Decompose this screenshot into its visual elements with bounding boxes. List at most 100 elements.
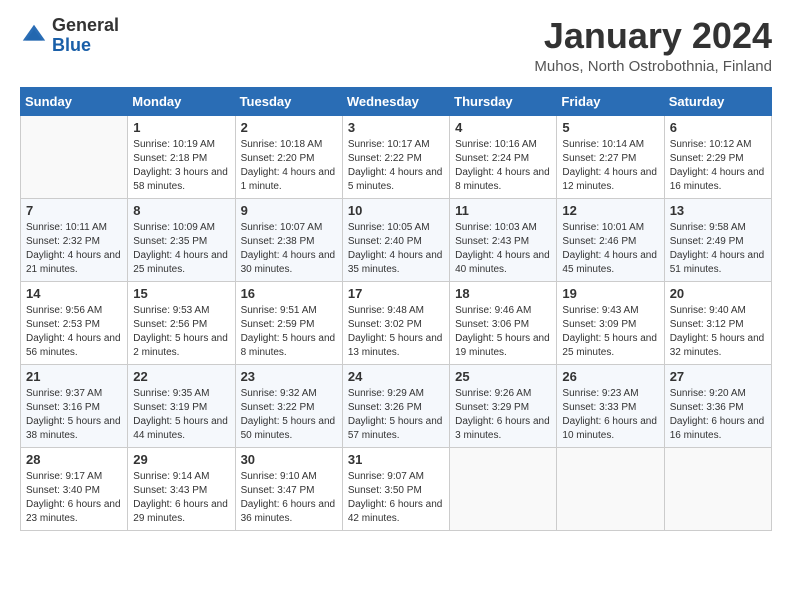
logo: General Blue <box>20 16 119 56</box>
calendar-cell: 29 Sunrise: 9:14 AM Sunset: 3:43 PM Dayli… <box>128 447 235 530</box>
calendar-cell: 7 Sunrise: 10:11 AM Sunset: 2:32 PM Dayli… <box>21 198 128 281</box>
calendar-cell <box>664 447 771 530</box>
day-info: Sunrise: 9:35 AM Sunset: 3:19 PM Dayligh… <box>133 387 229 443</box>
calendar-table: Sunday Monday Tuesday Wednesday Thursday… <box>20 87 772 531</box>
day-number: 12 <box>562 203 658 218</box>
day-number: 28 <box>26 452 122 467</box>
calendar-week-row: 21 Sunrise: 9:37 AM Sunset: 3:16 PM Dayli… <box>21 364 772 447</box>
calendar-cell: 21 Sunrise: 9:37 AM Sunset: 3:16 PM Dayli… <box>21 364 128 447</box>
day-info: Sunrise: 10:05 AM Sunset: 2:40 PM Daylig… <box>348 221 444 277</box>
day-number: 14 <box>26 286 122 301</box>
day-number: 26 <box>562 369 658 384</box>
location-subtitle: Muhos, North Ostrobothnia, Finland <box>534 58 772 75</box>
day-info: Sunrise: 9:40 AM Sunset: 3:12 PM Dayligh… <box>670 304 766 360</box>
title-block: January 2024 Muhos, North Ostrobothnia, … <box>534 16 772 75</box>
day-info: Sunrise: 9:46 AM Sunset: 3:06 PM Dayligh… <box>455 304 551 360</box>
day-number: 22 <box>133 369 229 384</box>
day-info: Sunrise: 10:19 AM Sunset: 2:18 PM Daylig… <box>133 138 229 194</box>
day-number: 2 <box>241 120 337 135</box>
day-info: Sunrise: 10:16 AM Sunset: 2:24 PM Daylig… <box>455 138 551 194</box>
day-info: Sunrise: 9:23 AM Sunset: 3:33 PM Dayligh… <box>562 387 658 443</box>
calendar-cell: 27Sunrise: 9:20 AM Sunset: 3:36 PM Dayli… <box>664 364 771 447</box>
calendar-cell: 9 Sunrise: 10:07 AM Sunset: 2:38 PM Dayli… <box>235 198 342 281</box>
col-saturday: Saturday <box>664 87 771 115</box>
calendar-cell: 16Sunrise: 9:51 AM Sunset: 2:59 PM Dayli… <box>235 281 342 364</box>
day-info: Sunrise: 9:48 AM Sunset: 3:02 PM Dayligh… <box>348 304 444 360</box>
day-number: 7 <box>26 203 122 218</box>
day-number: 1 <box>133 120 229 135</box>
calendar-cell: 20 Sunrise: 9:40 AM Sunset: 3:12 PM Dayli… <box>664 281 771 364</box>
calendar-cell: 25Sunrise: 9:26 AM Sunset: 3:29 PM Dayli… <box>450 364 557 447</box>
calendar-cell: 11Sunrise: 10:03 AM Sunset: 2:43 PM Dayl… <box>450 198 557 281</box>
day-number: 8 <box>133 203 229 218</box>
calendar-cell: 1 Sunrise: 10:19 AM Sunset: 2:18 PM Dayli… <box>128 115 235 198</box>
calendar-cell: 8 Sunrise: 10:09 AM Sunset: 2:35 PM Dayli… <box>128 198 235 281</box>
col-tuesday: Tuesday <box>235 87 342 115</box>
day-info: Sunrise: 9:58 AM Sunset: 2:49 PM Dayligh… <box>670 221 766 277</box>
day-info: Sunrise: 9:10 AM Sunset: 3:47 PM Dayligh… <box>241 470 337 526</box>
day-info: Sunrise: 10:09 AM Sunset: 2:35 PM Daylig… <box>133 221 229 277</box>
month-title: January 2024 <box>534 16 772 56</box>
logo-blue-text: Blue <box>52 36 119 56</box>
calendar-week-row: 14 Sunrise: 9:56 AM Sunset: 2:53 PM Dayli… <box>21 281 772 364</box>
calendar-cell: 13 Sunrise: 9:58 AM Sunset: 2:49 PM Dayli… <box>664 198 771 281</box>
day-info: Sunrise: 10:07 AM Sunset: 2:38 PM Daylig… <box>241 221 337 277</box>
day-number: 15 <box>133 286 229 301</box>
day-info: Sunrise: 9:53 AM Sunset: 2:56 PM Dayligh… <box>133 304 229 360</box>
calendar-cell: 12 Sunrise: 10:01 AM Sunset: 2:46 PM Dayl… <box>557 198 664 281</box>
calendar-week-row: 1 Sunrise: 10:19 AM Sunset: 2:18 PM Dayli… <box>21 115 772 198</box>
calendar-cell: 10 Sunrise: 10:05 AM Sunset: 2:40 PM Dayl… <box>342 198 449 281</box>
calendar-cell: 14 Sunrise: 9:56 AM Sunset: 2:53 PM Dayli… <box>21 281 128 364</box>
day-info: Sunrise: 10:01 AM Sunset: 2:46 PM Daylig… <box>562 221 658 277</box>
day-number: 18 <box>455 286 551 301</box>
day-number: 9 <box>241 203 337 218</box>
logo-general-text: General <box>52 16 119 36</box>
calendar-cell: 23Sunrise: 9:32 AM Sunset: 3:22 PM Dayli… <box>235 364 342 447</box>
day-info: Sunrise: 9:20 AM Sunset: 3:36 PM Dayligh… <box>670 387 766 443</box>
day-number: 6 <box>670 120 766 135</box>
day-info: Sunrise: 9:17 AM Sunset: 3:40 PM Dayligh… <box>26 470 122 526</box>
day-number: 30 <box>241 452 337 467</box>
day-number: 4 <box>455 120 551 135</box>
day-info: Sunrise: 9:07 AM Sunset: 3:50 PM Dayligh… <box>348 470 444 526</box>
calendar-cell: 18 Sunrise: 9:46 AM Sunset: 3:06 PM Dayli… <box>450 281 557 364</box>
day-number: 25 <box>455 369 551 384</box>
day-info: Sunrise: 10:18 AM Sunset: 2:20 PM Daylig… <box>241 138 337 194</box>
day-info: Sunrise: 9:37 AM Sunset: 3:16 PM Dayligh… <box>26 387 122 443</box>
day-number: 10 <box>348 203 444 218</box>
logo-icon <box>20 22 48 50</box>
day-number: 11 <box>455 203 551 218</box>
calendar-header-row: Sunday Monday Tuesday Wednesday Thursday… <box>21 87 772 115</box>
day-info: Sunrise: 9:29 AM Sunset: 3:26 PM Dayligh… <box>348 387 444 443</box>
calendar-week-row: 7 Sunrise: 10:11 AM Sunset: 2:32 PM Dayli… <box>21 198 772 281</box>
calendar-cell: 22 Sunrise: 9:35 AM Sunset: 3:19 PM Dayli… <box>128 364 235 447</box>
calendar-cell: 5Sunrise: 10:14 AM Sunset: 2:27 PM Dayli… <box>557 115 664 198</box>
day-info: Sunrise: 9:56 AM Sunset: 2:53 PM Dayligh… <box>26 304 122 360</box>
calendar-cell: 31Sunrise: 9:07 AM Sunset: 3:50 PM Dayli… <box>342 447 449 530</box>
calendar-cell: 17Sunrise: 9:48 AM Sunset: 3:02 PM Dayli… <box>342 281 449 364</box>
day-number: 13 <box>670 203 766 218</box>
day-number: 19 <box>562 286 658 301</box>
calendar-cell: 28 Sunrise: 9:17 AM Sunset: 3:40 PM Dayli… <box>21 447 128 530</box>
calendar-cell <box>557 447 664 530</box>
day-info: Sunrise: 9:43 AM Sunset: 3:09 PM Dayligh… <box>562 304 658 360</box>
col-monday: Monday <box>128 87 235 115</box>
day-info: Sunrise: 10:17 AM Sunset: 2:22 PM Daylig… <box>348 138 444 194</box>
calendar-cell: 30 Sunrise: 9:10 AM Sunset: 3:47 PM Dayli… <box>235 447 342 530</box>
day-info: Sunrise: 10:12 AM Sunset: 2:29 PM Daylig… <box>670 138 766 194</box>
day-info: Sunrise: 9:14 AM Sunset: 3:43 PM Dayligh… <box>133 470 229 526</box>
calendar-cell: 24 Sunrise: 9:29 AM Sunset: 3:26 PM Dayli… <box>342 364 449 447</box>
day-info: Sunrise: 10:14 AM Sunset: 2:27 PM Daylig… <box>562 138 658 194</box>
calendar-cell: 2 Sunrise: 10:18 AM Sunset: 2:20 PM Dayli… <box>235 115 342 198</box>
calendar-cell: 4 Sunrise: 10:16 AM Sunset: 2:24 PM Dayli… <box>450 115 557 198</box>
day-number: 29 <box>133 452 229 467</box>
day-info: Sunrise: 9:32 AM Sunset: 3:22 PM Dayligh… <box>241 387 337 443</box>
day-info: Sunrise: 10:11 AM Sunset: 2:32 PM Daylig… <box>26 221 122 277</box>
logo-text: General Blue <box>52 16 119 56</box>
day-number: 20 <box>670 286 766 301</box>
day-number: 21 <box>26 369 122 384</box>
col-thursday: Thursday <box>450 87 557 115</box>
day-number: 24 <box>348 369 444 384</box>
calendar-cell <box>450 447 557 530</box>
calendar-cell: 26 Sunrise: 9:23 AM Sunset: 3:33 PM Dayli… <box>557 364 664 447</box>
